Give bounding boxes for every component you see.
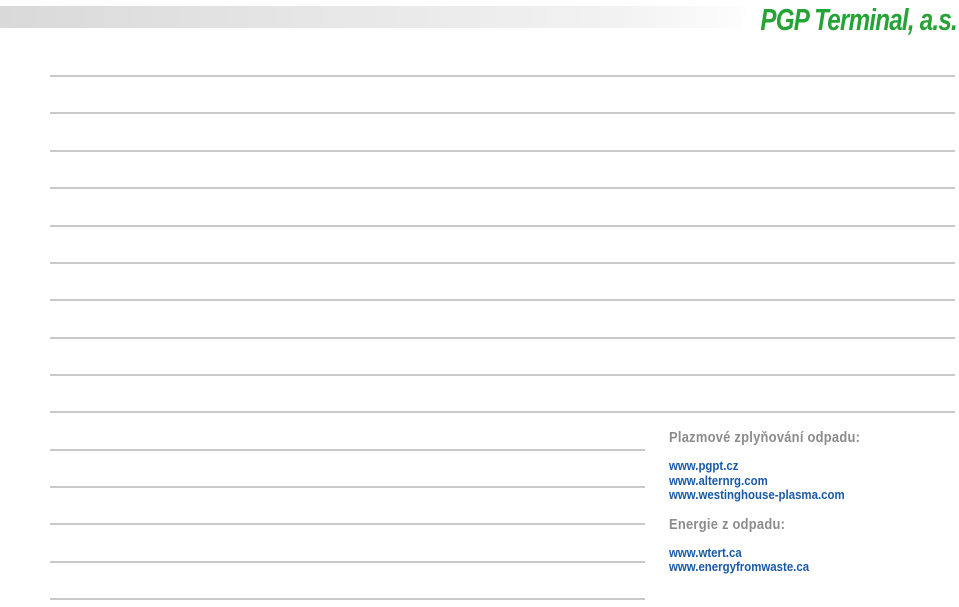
energy-heading: Energie z odpadu:	[669, 515, 786, 533]
link-wtert[interactable]: www.wtert.ca	[669, 545, 920, 561]
link-alternrg[interactable]: www.alternrg.com	[669, 473, 920, 489]
logo-text: PGP Terminal, a.s.	[760, 2, 958, 37]
energy-links: www.wtert.ca www.energyfromwaste.ca	[669, 545, 954, 575]
writing-line	[50, 337, 955, 339]
writing-line	[50, 411, 955, 413]
writing-line	[50, 75, 955, 77]
writing-line	[50, 449, 645, 451]
plasma-heading: Plazmové zplyňování odpadu:	[669, 429, 861, 446]
header-bar: PGP Terminal, a.s.	[0, 0, 959, 37]
link-energyfromwaste[interactable]: www.energyfromwaste.ca	[669, 559, 920, 575]
writing-line	[50, 523, 645, 525]
header-gradient-band	[0, 6, 770, 28]
link-westinghouse-plasma[interactable]: www.westinghouse-plasma.com	[669, 487, 920, 503]
info-panel: Plazmové zplyňování odpadu: www.pgpt.cz …	[669, 428, 954, 575]
writing-line	[50, 486, 645, 488]
writing-line	[50, 187, 955, 189]
writing-line	[50, 598, 645, 600]
writing-line	[50, 225, 955, 227]
company-logo: PGP Terminal, a.s.	[705, 2, 958, 38]
link-pgpt[interactable]: www.pgpt.cz	[669, 458, 920, 474]
plasma-links: www.pgpt.cz www.alternrg.com www.westing…	[669, 458, 954, 503]
writing-line	[50, 262, 955, 264]
writing-line	[50, 299, 955, 301]
writing-line	[50, 150, 955, 152]
writing-line	[50, 374, 955, 376]
writing-line	[50, 561, 645, 563]
writing-line	[50, 112, 955, 114]
